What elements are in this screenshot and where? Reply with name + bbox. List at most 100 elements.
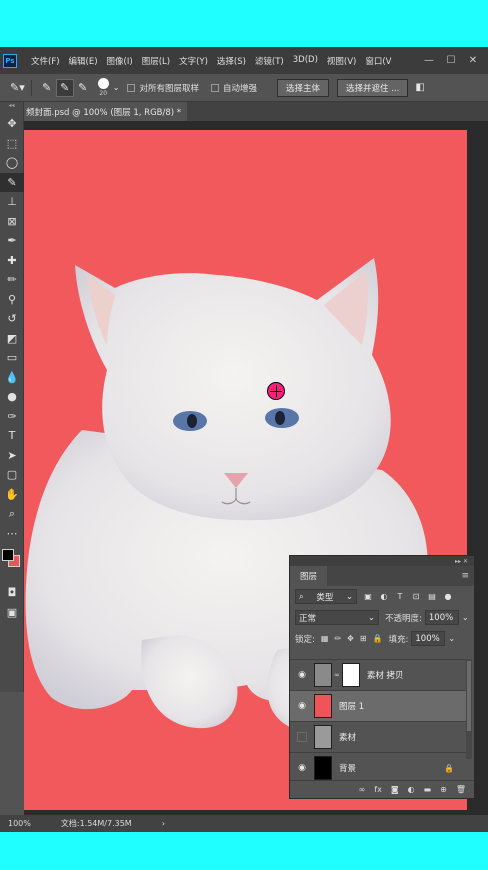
layer-row-layer-1[interactable]: ◉ 图层 1 xyxy=(290,690,466,721)
chevron-down-icon[interactable]: ⌄ xyxy=(462,613,469,622)
link-layers-icon[interactable]: ∞ xyxy=(359,785,366,794)
layer-mask-thumbnail[interactable] xyxy=(341,663,360,687)
menu-image[interactable]: 图像(I) xyxy=(107,55,133,67)
new-layer-icon[interactable]: ⊕ xyxy=(440,785,447,794)
minimize-button[interactable]: — xyxy=(418,55,440,66)
new-group-icon[interactable]: ▬ xyxy=(424,785,432,794)
chevron-right-icon[interactable]: › xyxy=(162,819,165,828)
select-subject-button[interactable]: 选择主体 xyxy=(276,78,329,97)
lasso-tool-icon[interactable]: ◯ xyxy=(0,153,24,173)
fill-input[interactable]: 100% xyxy=(411,631,446,646)
gradient-tool-icon[interactable]: ▭ xyxy=(0,348,24,368)
ps-logo-icon[interactable]: Ps xyxy=(3,53,17,68)
blend-mode-select[interactable]: 正常 ⌄ xyxy=(295,610,379,625)
layer-style-icon[interactable]: fx xyxy=(374,785,382,794)
add-mask-icon[interactable]: ◙ xyxy=(391,785,399,794)
screen-mode-icon[interactable]: ▣ xyxy=(0,603,24,623)
blur-tool-icon[interactable]: 💧 xyxy=(0,368,24,388)
panel-collapse-icon[interactable]: ▸▸ ✕ xyxy=(290,556,474,566)
crop-tool-icon[interactable]: ⊥ xyxy=(0,192,24,212)
layer-row-background[interactable]: ◉ 背景 🔒 xyxy=(290,752,466,783)
select-and-mask-button[interactable]: 选择并遮住 ... xyxy=(337,78,409,97)
eraser-tool-icon[interactable]: ◩ xyxy=(0,329,24,349)
tab-layers[interactable]: 图层 xyxy=(290,566,328,586)
layer-thumbnail xyxy=(314,663,332,687)
layers-scrollbar[interactable] xyxy=(466,659,472,759)
document-tab[interactable]: 频封面.psd @ 100% (图层 1, RGB/8) * xyxy=(24,102,188,121)
lock-image-icon[interactable]: ✏ xyxy=(334,634,341,643)
eye-icon[interactable]: ◉ xyxy=(290,670,314,680)
dodge-tool-icon[interactable]: ● xyxy=(0,387,24,407)
panel-menu-icon[interactable]: ≡ xyxy=(461,571,469,581)
marquee-tool-icon[interactable]: ⬚ xyxy=(0,134,24,154)
menu-edit[interactable]: 编辑(E) xyxy=(69,55,98,67)
chevron-down-icon[interactable]: ⌄ xyxy=(448,634,455,643)
checkbox-box xyxy=(127,83,136,92)
move-tool-icon[interactable]: ✥ xyxy=(0,114,24,134)
adjustment-filter-icon[interactable]: ◐ xyxy=(379,592,389,601)
menu-filter[interactable]: 滤镜(T) xyxy=(255,55,284,67)
document-info[interactable]: 文档:1.54M/7.35M xyxy=(61,818,132,829)
path-selection-tool-icon[interactable]: ➤ xyxy=(0,446,24,466)
smart-object-filter-icon[interactable]: ▤ xyxy=(427,592,437,601)
visibility-toggle[interactable] xyxy=(290,732,314,742)
panel-layout-icon[interactable]: ◧ xyxy=(415,82,424,93)
lock-position-icon[interactable]: ✥ xyxy=(347,634,354,643)
lock-icon: 🔒 xyxy=(444,763,454,773)
new-selection-icon[interactable]: ✎ xyxy=(38,79,56,97)
add-to-selection-icon[interactable]: ✎ xyxy=(55,78,74,97)
brush-picker[interactable]: 20 xyxy=(97,78,109,97)
menu-type[interactable]: 文字(Y) xyxy=(179,55,208,67)
color-swatches[interactable] xyxy=(0,543,23,583)
eyedropper-tool-icon[interactable]: ✒ xyxy=(0,231,24,251)
lock-all-icon[interactable]: 🔒 xyxy=(373,634,383,643)
blend-mode-value: 正常 xyxy=(299,613,317,624)
quick-mask-icon[interactable]: ◘ xyxy=(0,583,24,603)
layer-row-material[interactable]: 素材 xyxy=(290,721,466,752)
pen-tool-icon[interactable]: ✑ xyxy=(0,407,24,427)
eye-icon[interactable]: ◉ xyxy=(290,763,314,773)
menu-layer[interactable]: 图层(L) xyxy=(142,55,170,67)
healing-brush-tool-icon[interactable]: ✚ xyxy=(0,251,24,271)
subtract-from-selection-icon[interactable]: ✎ xyxy=(74,79,92,97)
brush-tool-icon[interactable]: ✏ xyxy=(0,270,24,290)
menu-file[interactable]: 文件(F) xyxy=(31,55,60,67)
zoom-level[interactable]: 100% xyxy=(8,819,31,828)
type-filter-icon[interactable]: T xyxy=(395,592,405,601)
layer-filter-select[interactable]: ⌕ 类型 ⌄ xyxy=(295,589,357,604)
lock-transparent-icon[interactable]: ▦ xyxy=(321,634,329,643)
eye-icon[interactable]: ◉ xyxy=(290,701,314,711)
close-button[interactable]: ✕ xyxy=(462,55,484,66)
sample-all-layers-checkbox[interactable]: 对所有图层取样 xyxy=(127,82,199,94)
hand-tool-icon[interactable]: ✋ xyxy=(0,485,24,505)
shape-filter-icon[interactable]: ⊡ xyxy=(411,592,421,601)
scrollbar-thumb[interactable] xyxy=(467,661,471,731)
rectangle-tool-icon[interactable]: ▢ xyxy=(0,465,24,485)
filter-toggle-icon[interactable]: ● xyxy=(443,592,453,601)
delete-layer-icon[interactable]: 🗑 xyxy=(456,785,466,794)
menu-view[interactable]: 视图(V) xyxy=(327,55,356,67)
foreground-color-swatch[interactable] xyxy=(2,549,14,561)
frame-tool-icon[interactable]: ⊠ xyxy=(0,212,24,232)
menu-3d[interactable]: 3D(D) xyxy=(293,55,318,67)
more-tools-icon[interactable]: ⋯ xyxy=(0,524,24,544)
zoom-tool-icon[interactable]: ⌕ xyxy=(0,504,24,524)
history-brush-tool-icon[interactable]: ↺ xyxy=(0,309,24,329)
layer-list: ◉ ∞ 素材 拷贝 ◉ 图层 1 素材 ◉ 背景 🔒 xyxy=(290,659,466,783)
pixel-filter-icon[interactable]: ▣ xyxy=(363,592,373,601)
opacity-input[interactable]: 100% xyxy=(424,610,459,625)
auto-enhance-checkbox[interactable]: 自动增强 xyxy=(210,82,257,94)
lock-row: 锁定: ▦ ✏ ✥ ⊞ 🔒 填充: 100% ⌄ xyxy=(290,628,474,649)
quick-selection-preset-icon[interactable]: ✎▾ xyxy=(10,81,25,94)
maximize-button[interactable]: ☐ xyxy=(440,55,462,66)
type-tool-icon[interactable]: T xyxy=(0,426,24,446)
menu-select[interactable]: 选择(S) xyxy=(217,55,246,67)
chevron-down-icon[interactable]: ⌄ xyxy=(113,83,120,92)
quick-selection-tool-icon[interactable]: ✎ xyxy=(0,172,24,192)
collapse-grip-icon[interactable]: ◂◂ xyxy=(0,102,23,114)
adjustment-layer-icon[interactable]: ◐ xyxy=(408,785,415,794)
lock-artboard-icon[interactable]: ⊞ xyxy=(360,634,367,643)
menu-window[interactable]: 窗口(V xyxy=(365,55,391,67)
clone-stamp-tool-icon[interactable]: ⚲ xyxy=(0,290,24,310)
layer-row-material-copy[interactable]: ◉ ∞ 素材 拷贝 xyxy=(290,659,466,690)
